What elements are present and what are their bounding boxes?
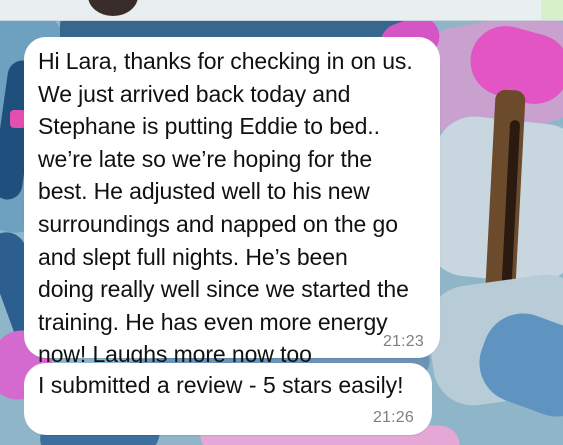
- chat-screen: Hi Lara, thanks for checking in on us. W…: [0, 0, 563, 445]
- previous-message-fragment: [541, 0, 563, 20]
- message-text: I submitted a review - 5 stars easily!: [38, 372, 404, 398]
- message-timestamp: 21:23: [382, 333, 424, 350]
- message-timestamp: 21:26: [372, 409, 414, 426]
- message-bubble[interactable]: I submitted a review - 5 stars easily! 2…: [24, 363, 432, 435]
- message-text: Hi Lara, thanks for checking in on us. W…: [38, 48, 413, 368]
- message-bubble[interactable]: Hi Lara, thanks for checking in on us. W…: [24, 37, 440, 367]
- chat-header-edge: [0, 0, 563, 21]
